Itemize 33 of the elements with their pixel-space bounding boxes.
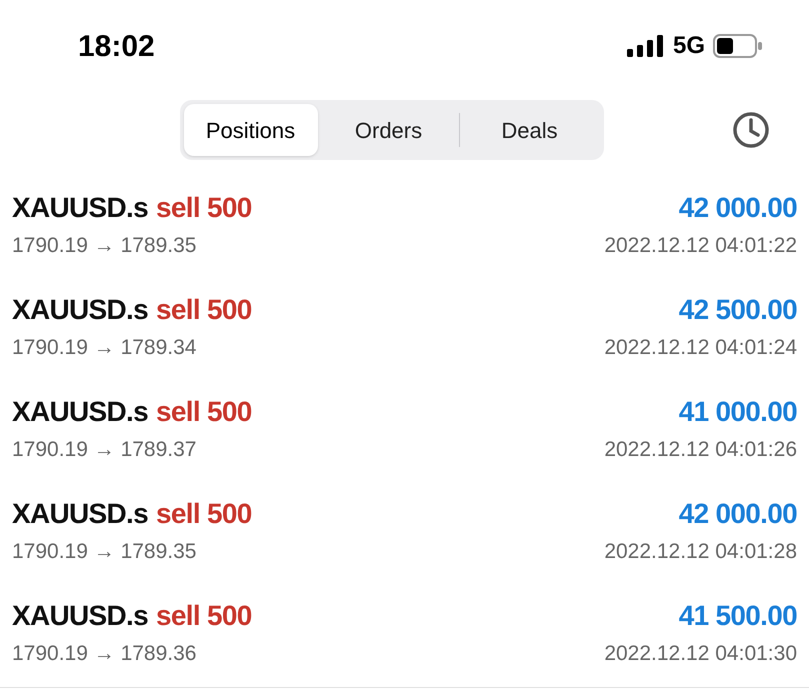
battery-icon (713, 34, 763, 58)
trade-side-volume: sell 500 (156, 395, 252, 429)
trade-side-volume: sell 500 (156, 293, 252, 327)
trade-side-volume: sell 500 (156, 599, 252, 633)
status-time: 18:02 (78, 28, 155, 64)
symbol: XAUUSD.s (12, 497, 148, 531)
profit: 42 000.00 (678, 497, 797, 531)
trade-side-volume: sell 500 (156, 497, 252, 531)
price-change: 1790.19 → 1789.35 (12, 539, 198, 565)
open-time: 2022.12.12 04:01:26 (604, 437, 797, 463)
trade-side-volume: sell 500 (156, 191, 252, 225)
open-time: 2022.12.12 04:01:28 (604, 539, 797, 565)
price-change: 1790.19 → 1789.34 (12, 335, 198, 361)
profit: 42 500.00 (678, 293, 797, 327)
open-time: 2022.12.12 04:01:22 (604, 233, 797, 259)
signal-icon (626, 35, 665, 57)
tab[interactable]: Orders (318, 104, 458, 156)
symbol: XAUUSD.s (12, 599, 148, 633)
open-time: 2022.12.12 04:01:30 (604, 641, 797, 667)
profit: 41 000.00 (678, 395, 797, 429)
price-change: 1790.19 → 1789.35 (12, 233, 198, 259)
symbol: XAUUSD.s (12, 395, 148, 429)
price-change: 1790.19 → 1789.36 (12, 641, 198, 667)
profit: 41 500.00 (678, 599, 797, 633)
symbol: XAUUSD.s (12, 293, 148, 327)
history-clock-icon[interactable] (731, 110, 771, 150)
price-change: 1790.19 → 1789.37 (12, 437, 198, 463)
tab[interactable]: Positions (184, 104, 318, 156)
network-label: 5G (672, 31, 705, 61)
profit: 42 000.00 (678, 191, 797, 225)
open-time: 2022.12.12 04:01:24 (604, 335, 797, 361)
tab[interactable]: Deals (460, 104, 600, 156)
symbol: XAUUSD.s (12, 191, 148, 225)
